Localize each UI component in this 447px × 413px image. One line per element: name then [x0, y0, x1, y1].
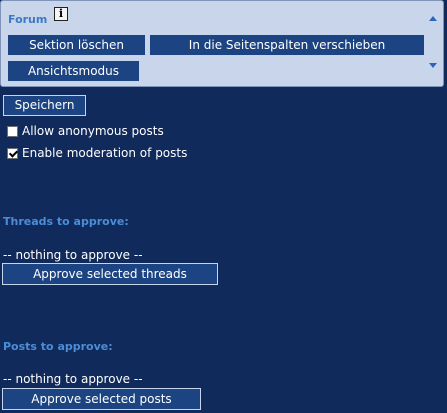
threads-heading: Threads to approve: [3, 215, 129, 228]
section-title: Forum [8, 13, 48, 26]
move-to-sidebar-button[interactable]: In die Seitenspalten verschieben [149, 34, 425, 56]
enable-moderation-checkbox[interactable] [7, 147, 18, 159]
arrow-up-icon[interactable] [429, 16, 437, 21]
delete-section-button[interactable]: Sektion löschen [7, 34, 146, 56]
view-mode-button[interactable]: Ansichtsmodus [7, 60, 140, 82]
enable-moderation-label: Enable moderation of posts [22, 146, 188, 160]
allow-anonymous-checkbox[interactable] [7, 125, 18, 137]
save-button[interactable]: Speichern [3, 95, 86, 116]
section-toolbar: Forum i Sektion löschen In die Seitenspa… [0, 0, 444, 87]
info-icon[interactable]: i [54, 7, 68, 21]
posts-heading: Posts to approve: [3, 340, 113, 353]
approve-posts-button[interactable]: Approve selected posts [2, 388, 201, 410]
allow-anonymous-option[interactable]: Allow anonymous posts [7, 124, 164, 138]
arrow-down-icon[interactable] [429, 63, 437, 68]
approve-threads-button[interactable]: Approve selected threads [2, 263, 218, 285]
allow-anonymous-label: Allow anonymous posts [22, 124, 164, 138]
threads-empty-text: -- nothing to approve -- [3, 248, 143, 262]
enable-moderation-option[interactable]: Enable moderation of posts [7, 146, 187, 160]
posts-empty-text: -- nothing to approve -- [3, 372, 143, 386]
